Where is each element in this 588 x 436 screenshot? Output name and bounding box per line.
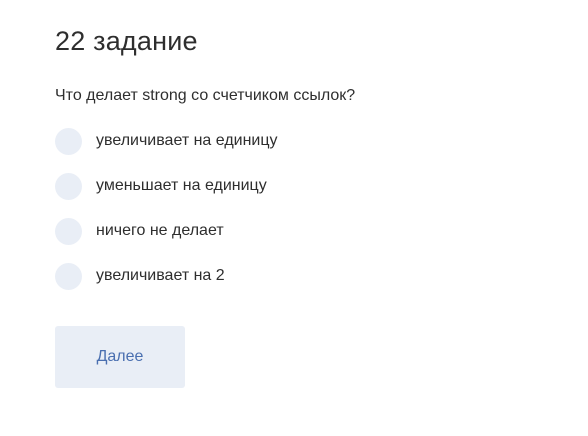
radio-button[interactable] [55, 262, 82, 290]
answer-option-label: увеличивает на 2 [96, 267, 225, 284]
radio-button[interactable] [55, 172, 82, 200]
radio-button[interactable] [55, 217, 82, 245]
quiz-title: 22 задание [55, 26, 198, 56]
answer-option-label: ничего не делает [96, 222, 224, 239]
answer-option-label: уменьшает на единицу [96, 177, 267, 194]
answer-option-1[interactable]: увеличивает на единицу [55, 127, 278, 155]
question-text: Что делает strong со счетчиком ссылок? [55, 87, 356, 104]
answer-option-4[interactable]: увеличивает на 2 [55, 262, 278, 290]
next-button[interactable]: Далее [55, 326, 185, 388]
answer-option-2[interactable]: уменьшает на единицу [55, 172, 278, 200]
answer-option-label: увеличивает на единицу [96, 132, 278, 149]
radio-button[interactable] [55, 127, 82, 155]
answer-options: увеличивает на единицу уменьшает на един… [55, 127, 278, 307]
answer-option-3[interactable]: ничего не делает [55, 217, 278, 245]
